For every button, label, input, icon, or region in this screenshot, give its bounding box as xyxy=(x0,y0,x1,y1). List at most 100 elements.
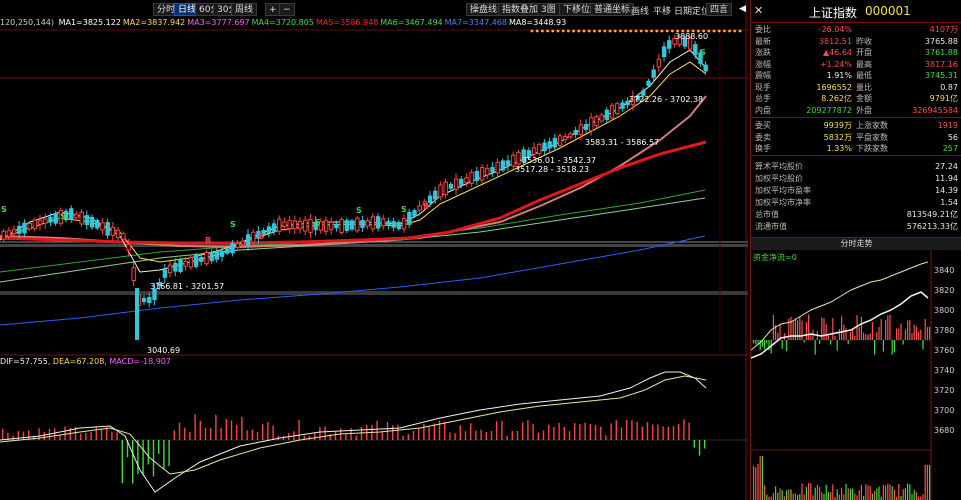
quote-value: 3817.16 xyxy=(924,59,958,69)
intraday-mini-chart[interactable] xyxy=(751,250,961,500)
mini-bar xyxy=(781,340,783,349)
stat-value: 813549.21亿 xyxy=(906,210,958,219)
candle-body xyxy=(542,142,547,152)
signal-dot xyxy=(728,29,731,33)
mini-volume-bar xyxy=(757,463,759,500)
macd-bar xyxy=(158,440,160,454)
zoom-out-button[interactable]: − xyxy=(279,3,295,16)
candle-body xyxy=(599,114,604,122)
quote-label: 金额 xyxy=(856,94,872,103)
mini-tick: 3680 xyxy=(934,426,955,435)
macd-bar xyxy=(54,428,56,440)
candle-body xyxy=(230,243,235,254)
macd-bar xyxy=(610,423,612,440)
quote-value: 326945584 xyxy=(912,105,958,115)
macd-bar xyxy=(636,421,638,440)
mini-volume-bar xyxy=(836,489,838,500)
collapse-arrow-icon[interactable]: ◀ xyxy=(739,4,746,14)
signal-dot xyxy=(671,29,674,33)
price-annotation: 3517.28 - 3518.23 xyxy=(515,165,590,174)
mini-volume-bar xyxy=(865,484,867,500)
candle-body xyxy=(334,223,339,229)
tool-button[interactable]: 指数叠加 xyxy=(498,3,543,16)
macd-bar xyxy=(12,435,14,440)
mini-bar xyxy=(819,340,821,345)
candle-body xyxy=(297,221,303,230)
tool-button[interactable]: 下移位 xyxy=(559,3,595,16)
candle-body xyxy=(505,160,511,166)
signal-dot xyxy=(608,29,612,33)
macd-bar xyxy=(256,431,259,440)
candle-body xyxy=(17,225,22,234)
macd-bar xyxy=(605,435,607,440)
quote-label: 量比 xyxy=(856,82,872,92)
macd-bar xyxy=(402,435,404,440)
tab-intraday-trend[interactable]: 分时走势 xyxy=(751,237,961,251)
mini-bar xyxy=(865,334,867,340)
candle-body xyxy=(703,64,708,72)
macd-bar xyxy=(220,427,222,440)
mini-volume-bar xyxy=(759,455,761,500)
macd-bar xyxy=(423,423,425,440)
kline-chart[interactable] xyxy=(0,0,748,500)
candle-body xyxy=(287,220,292,230)
mini-volume-bar xyxy=(847,488,849,500)
candle-body xyxy=(292,220,298,230)
candle-body xyxy=(407,211,412,225)
candle-body xyxy=(620,102,625,109)
macd-bar xyxy=(579,423,581,440)
mini-bar xyxy=(867,334,869,340)
macd-bar xyxy=(475,430,477,440)
ma-legend-item: MA3=3777.697 xyxy=(187,18,250,27)
candle-body xyxy=(167,264,173,274)
candle-body xyxy=(396,221,402,230)
signal-dot xyxy=(567,29,570,33)
tool-button[interactable]: 普通坐标 xyxy=(590,3,635,16)
quote-label: 昨收 xyxy=(856,36,872,46)
mini-bar xyxy=(926,327,928,340)
macd-bar xyxy=(397,424,399,440)
macd-bar xyxy=(189,431,191,440)
macd-bar xyxy=(345,434,347,440)
quote-separator xyxy=(751,116,961,118)
candle-body xyxy=(323,220,329,232)
candle-body xyxy=(141,297,147,303)
macd-bar xyxy=(111,431,113,440)
period-button[interactable]: 周线 xyxy=(231,3,258,16)
candle-body xyxy=(344,220,350,231)
tool-button[interactable]: 画线 xyxy=(631,4,649,17)
signal-dot xyxy=(738,29,742,33)
candle-body xyxy=(74,213,79,219)
mini-volume-bar xyxy=(832,484,834,500)
signal-dot xyxy=(655,29,659,33)
tool-button[interactable]: 操盘线 xyxy=(466,3,502,16)
candle-body xyxy=(199,257,204,262)
macd-bar xyxy=(490,431,493,440)
macd-bar xyxy=(698,440,701,456)
candle-body xyxy=(162,269,168,278)
mini-bar xyxy=(843,324,845,340)
ma-legend-item: MA2=3837.942 xyxy=(122,18,186,27)
macd-bar xyxy=(563,427,565,440)
candle-body xyxy=(308,218,313,233)
tool-button[interactable]: 3图 xyxy=(537,3,560,16)
tool-button[interactable]: 四言 xyxy=(706,3,733,16)
candle-body xyxy=(147,296,152,304)
candle-body xyxy=(282,221,287,227)
price-annotation: 3583.31 - 3586.57 xyxy=(585,138,660,147)
tool-button[interactable]: 日期定位 xyxy=(674,4,710,17)
mini-volume-bar xyxy=(860,484,862,500)
mini-bar xyxy=(922,340,924,350)
candle-body xyxy=(225,248,230,254)
sell-signal: S xyxy=(700,48,706,57)
tool-button[interactable]: 平移 xyxy=(653,4,671,17)
mini-volume-bar xyxy=(898,484,900,500)
ref-band xyxy=(0,291,748,295)
mini-bar xyxy=(924,318,926,340)
stat-row: 流通市值 576213.33亿 xyxy=(751,221,961,232)
panel-close-icon[interactable]: ✕ xyxy=(754,4,763,17)
macd-dea-label: DEA=67.208 xyxy=(52,357,105,366)
candle-body xyxy=(178,259,183,273)
stat-label: 算术平均股价 xyxy=(755,162,803,171)
mini-volume-bar xyxy=(871,493,873,500)
